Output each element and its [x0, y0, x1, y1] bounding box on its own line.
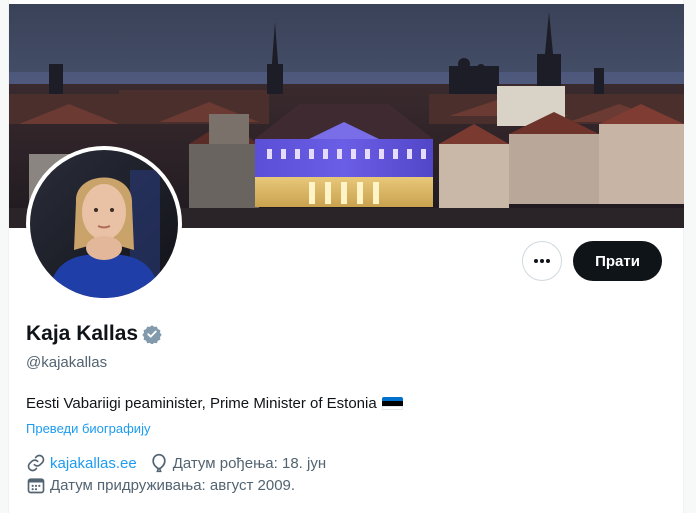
birthday-item: Датум рођења: 18. јун: [149, 453, 326, 473]
right-edge: [683, 0, 696, 513]
link-icon: [27, 454, 45, 472]
profile-handle: @kajakallas: [26, 354, 108, 371]
follow-button[interactable]: Прати: [573, 241, 662, 281]
profile-bio: Eesti Vabariigi peaminister, Prime Minis…: [26, 395, 403, 412]
website-link[interactable]: kajakallas.ee: [50, 455, 137, 472]
birthday-text: Датум рођења: 18. јун: [172, 454, 327, 472]
more-icon: [534, 259, 550, 263]
more-options-button[interactable]: [522, 241, 562, 281]
left-edge: [0, 0, 9, 513]
profile-joined-row: Датум придруживања: август 2009.: [26, 475, 307, 495]
verified-badge-icon[interactable]: [142, 324, 162, 344]
profile-avatar[interactable]: [26, 146, 182, 302]
profile-display-name: Kaja Kallas: [26, 322, 139, 345]
balloon-icon: [152, 453, 166, 473]
bio-text: Eesti Vabariigi peaminister, Prime Minis…: [26, 395, 377, 412]
calendar-icon: [27, 478, 45, 494]
profile-name-row: Kaja Kallas: [26, 322, 162, 346]
website-item: kajakallas.ee: [26, 453, 137, 473]
profile-page: Прати Kaja Kallas @kajakallas Eesti Vaba…: [0, 0, 696, 513]
estonia-flag-icon: [381, 396, 403, 411]
profile-meta-row: kajakallas.ee Датум рођења: 18. јун: [26, 453, 338, 473]
joined-text: Датум придруживања: август 2009.: [50, 476, 296, 494]
joined-item: Датум придруживања: август 2009.: [26, 475, 295, 495]
translate-bio-link[interactable]: Преведи биографију: [26, 421, 150, 436]
